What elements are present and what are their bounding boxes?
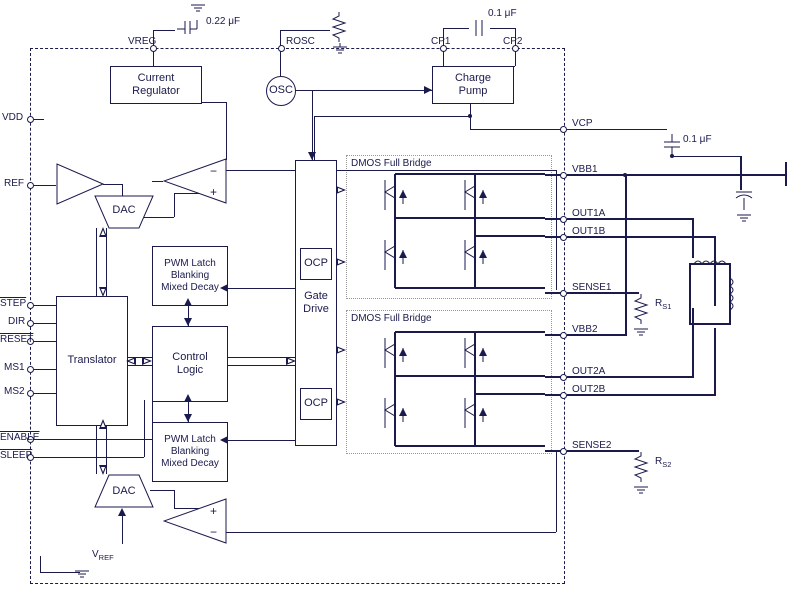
block-translator: Translator xyxy=(56,296,128,426)
gnd-vbb xyxy=(736,210,752,228)
pin-out1a xyxy=(560,216,567,223)
comparator2: +− xyxy=(163,498,227,549)
svg-text:+: + xyxy=(210,504,217,518)
label-c-vreg: 0.22 μF xyxy=(206,16,240,27)
svg-text:−: − xyxy=(210,164,217,178)
label-out1b: OUT1B xyxy=(572,226,605,237)
pin-ref xyxy=(27,182,34,189)
label-dir: DIR xyxy=(8,316,25,327)
pin-vbb2 xyxy=(560,332,567,339)
label-vcp: VCP xyxy=(572,118,593,129)
label-step: STEP xyxy=(0,298,26,309)
block-pwm2: PWM Latch Blanking Mixed Decay xyxy=(152,422,228,482)
label-out1a: OUT1A xyxy=(572,208,605,219)
pin-out2b xyxy=(560,392,567,399)
pin-out2a xyxy=(560,374,567,381)
motor xyxy=(686,254,734,339)
label-c-cp: 0.1 μF xyxy=(488,8,517,19)
svg-text:DAC: DAC xyxy=(112,485,135,497)
label-ref: REF xyxy=(4,178,24,189)
pin-sense1 xyxy=(560,290,567,297)
pin-out1b xyxy=(560,234,567,241)
bridge2-fets xyxy=(355,326,545,456)
block-ocp1: OCP xyxy=(300,248,332,280)
pin-ms2 xyxy=(27,390,34,397)
label-rs2: RS2 xyxy=(655,456,671,469)
pin-vbb1 xyxy=(560,172,567,179)
label-vref: VREF xyxy=(92,549,114,562)
pin-rosc xyxy=(278,45,285,52)
pin-vcp xyxy=(560,126,567,133)
label-enable: ENABLE xyxy=(0,432,39,443)
c-cp xyxy=(468,18,492,43)
label-vdd: VDD xyxy=(2,112,23,123)
label-c-vcp: 0.1 μF xyxy=(683,134,712,145)
label-ms1: MS1 xyxy=(4,362,25,373)
label-ms2: MS2 xyxy=(4,386,25,397)
label-out2a: OUT2A xyxy=(572,366,605,377)
svg-text:+: + xyxy=(210,185,217,199)
ref-buffer xyxy=(56,163,104,210)
label-sleep: SLEEP xyxy=(0,450,32,461)
label-cp1: CP1 xyxy=(431,36,450,47)
block-ocp2: OCP xyxy=(300,388,332,420)
pin-step xyxy=(27,302,34,309)
pin-vdd xyxy=(27,116,34,123)
label-sense1: SENSE1 xyxy=(572,282,611,293)
gnd-rs2 xyxy=(633,482,649,500)
label-cp2: CP2 xyxy=(503,36,522,47)
block-control-logic: Control Logic xyxy=(152,326,228,402)
pin-ms1 xyxy=(27,366,34,373)
label-reset: RESET xyxy=(0,334,33,345)
block-pwm1: PWM Latch Blanking Mixed Decay xyxy=(152,246,228,306)
label-sense2: SENSE2 xyxy=(572,440,611,451)
c-vcp xyxy=(662,134,682,165)
label-vbb2: VBB2 xyxy=(572,324,598,335)
label-vreg: VREG xyxy=(128,36,156,47)
gnd-rs1 xyxy=(633,324,649,342)
pin-dir xyxy=(27,320,34,327)
pin-sense2 xyxy=(560,448,567,455)
gnd-rosc xyxy=(332,42,348,60)
label-rosc: ROSC xyxy=(286,36,315,47)
label-out2b: OUT2B xyxy=(572,384,605,395)
block-charge-pump: Charge Pump xyxy=(432,66,514,104)
comparator1: −+ xyxy=(163,158,227,209)
svg-text:−: − xyxy=(210,525,217,539)
block-osc: OSC xyxy=(266,76,296,106)
gnd-ic xyxy=(74,566,90,584)
label-rs1: RS1 xyxy=(655,298,671,311)
bridge1-fets xyxy=(355,168,545,298)
svg-text:DAC: DAC xyxy=(112,204,135,216)
block-current-regulator: Current Regulator xyxy=(110,66,202,104)
gnd-vreg xyxy=(190,0,206,18)
label-vbb1: VBB1 xyxy=(572,164,598,175)
